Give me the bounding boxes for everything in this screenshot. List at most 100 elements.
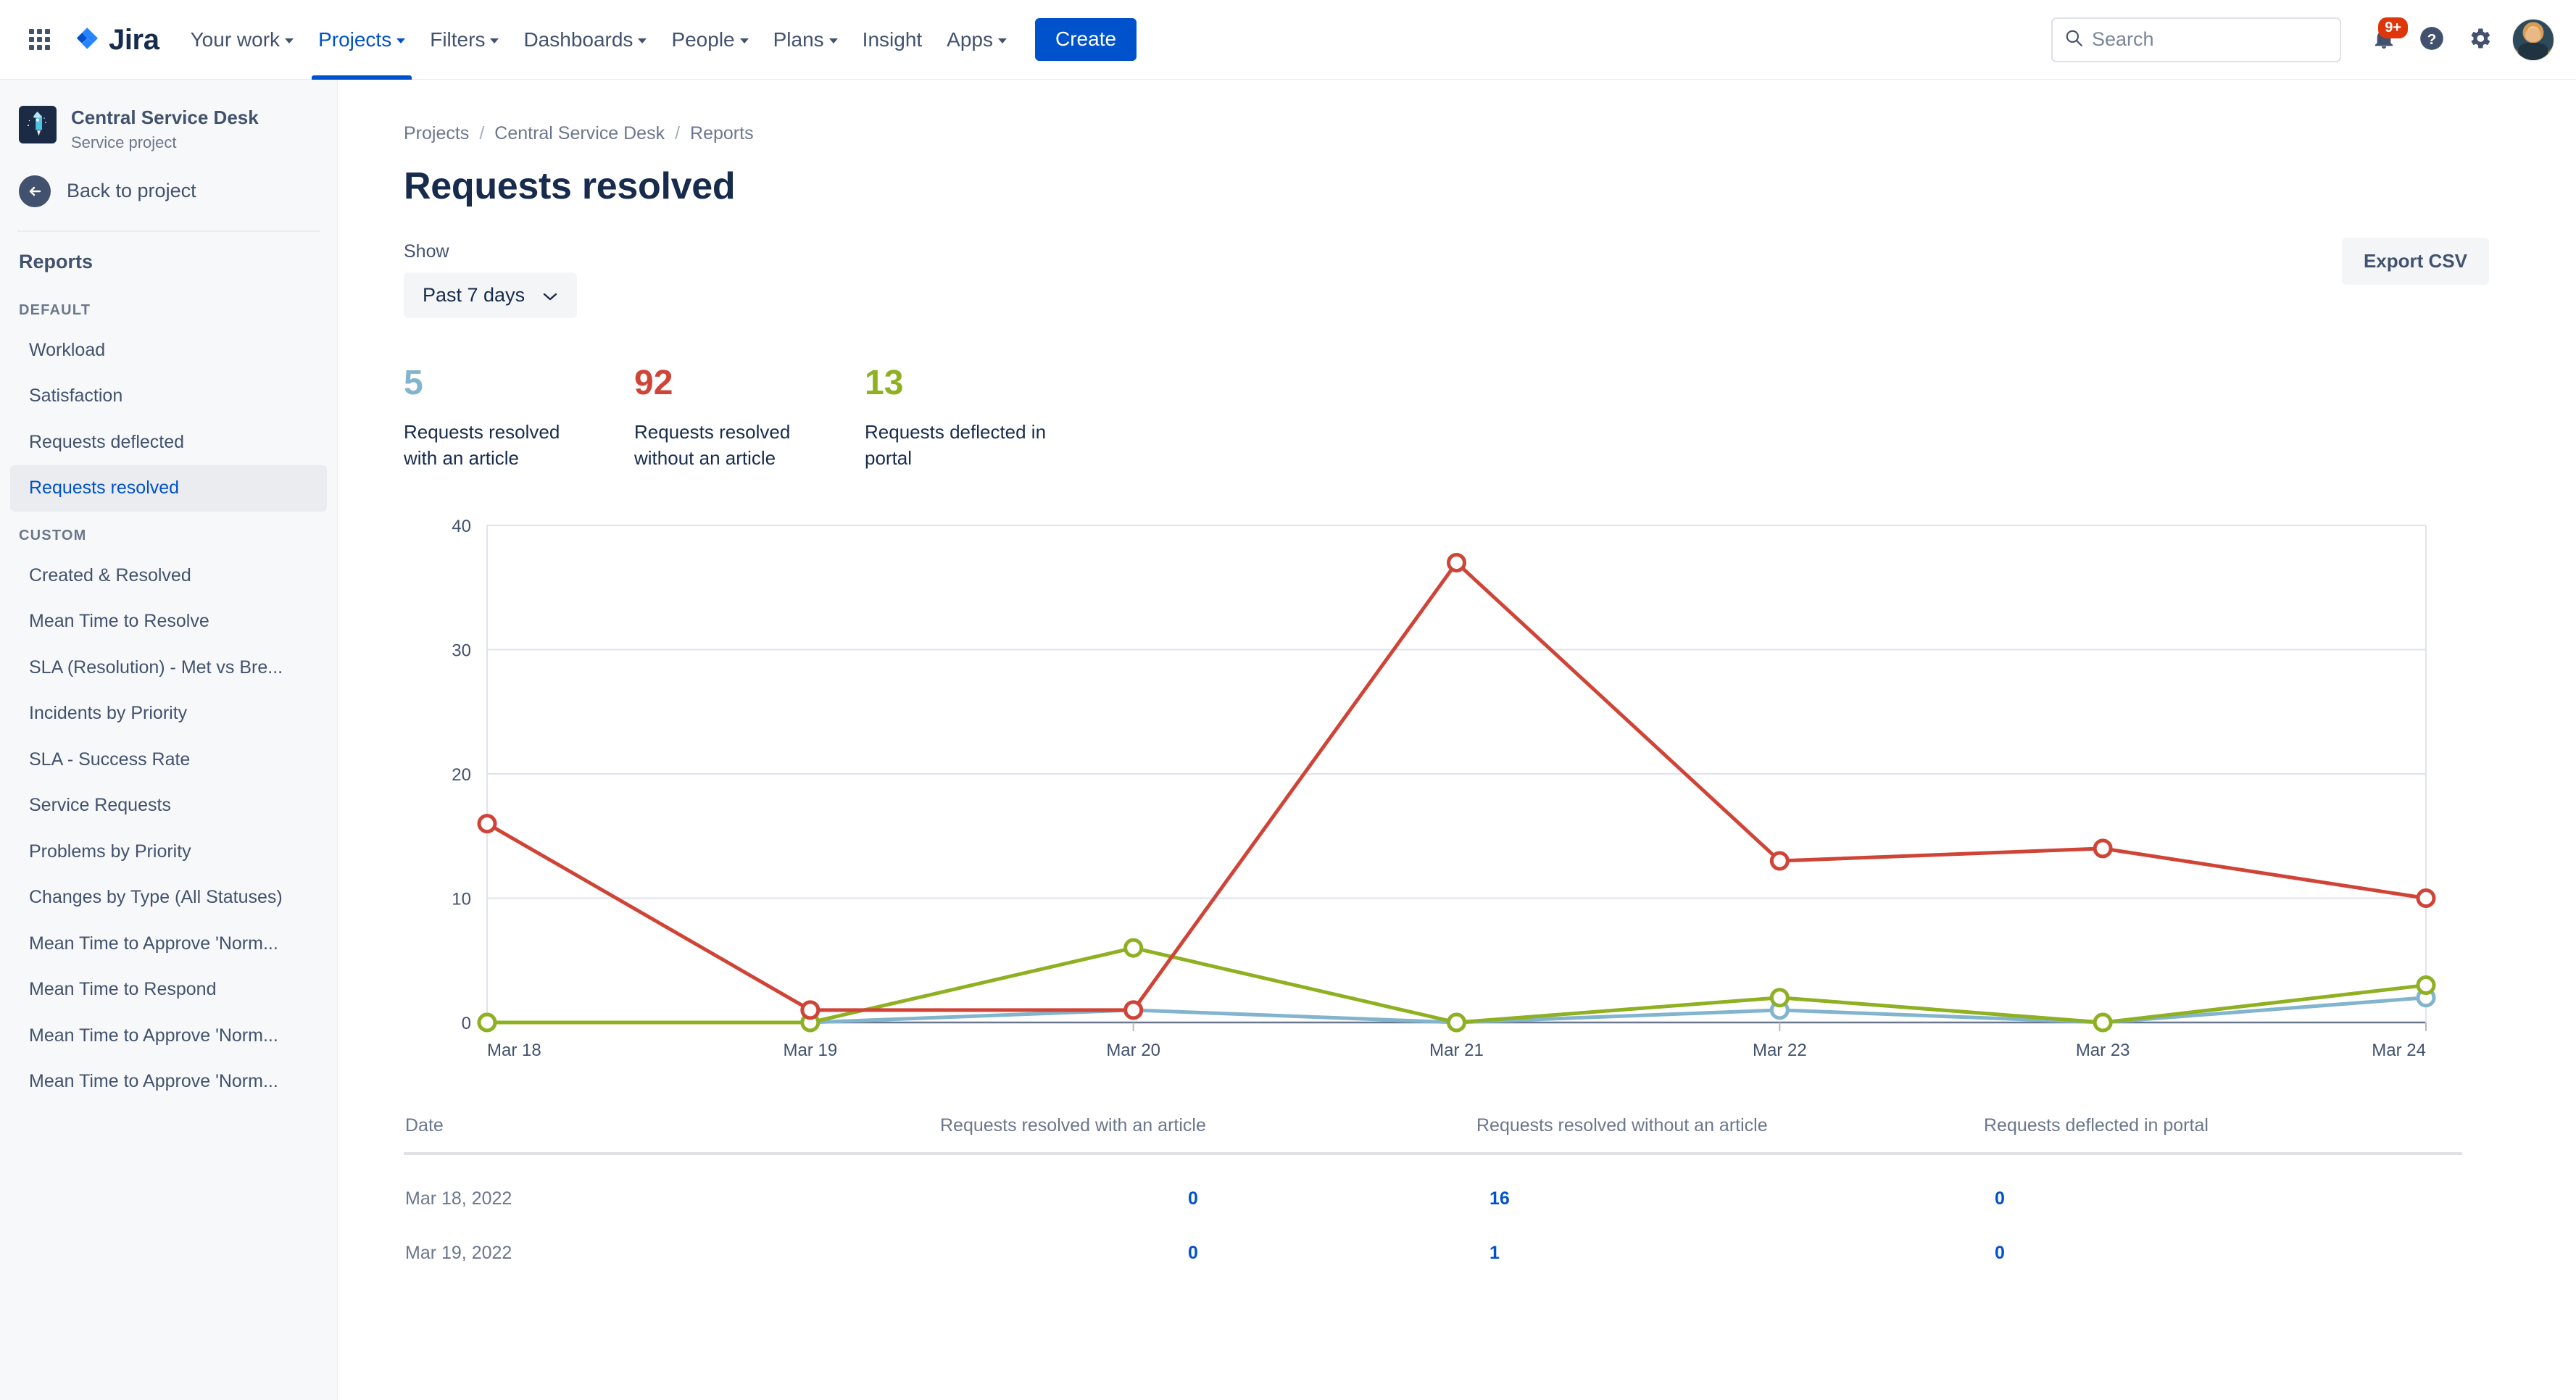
breadcrumb-reports[interactable]: Reports — [690, 123, 754, 144]
sidebar-group-default-label: DEFAULT — [19, 301, 91, 318]
nav-item-people[interactable]: People — [659, 14, 760, 66]
jira-wordmark: Jira — [109, 23, 159, 56]
breadcrumb-separator: / — [479, 123, 485, 143]
sidebar-item-changes-by-type[interactable]: Changes by Type (All Statuses) — [10, 875, 327, 921]
nav-item-dashboards[interactable]: Dashboards — [511, 14, 659, 66]
svg-text:Mar 22: Mar 22 — [1753, 1041, 1807, 1060]
app-switcher-icon[interactable] — [19, 20, 59, 60]
stat-value: 13 — [865, 364, 904, 402]
search-icon — [2064, 28, 2083, 51]
stat-card-deflected-in-portal: 13 Requests deflected in portal — [865, 366, 1095, 472]
stat-value: 5 — [404, 364, 423, 402]
cell-without-article[interactable]: 1 — [1476, 1209, 1984, 1264]
sidebar-item-problems-by-priority[interactable]: Problems by Priority — [10, 829, 327, 875]
cell-deflected[interactable]: 0 — [1984, 1154, 2462, 1209]
sidebar-item-mean-time-approve-2[interactable]: Mean Time to Approve 'Norm... — [10, 1013, 327, 1059]
question-mark-icon: ? — [2418, 25, 2446, 54]
nav-item-projects[interactable]: Projects — [306, 14, 417, 80]
cell-deflected[interactable]: 0 — [1984, 1209, 2462, 1264]
project-header-text: Central Service Desk Service project — [71, 106, 259, 152]
column-header-with-article: Requests resolved with an article — [940, 1114, 1476, 1155]
project-type: Service project — [71, 133, 177, 151]
chart-svg: 0 10 20 30 40 Mar 18 Mar 19 Mar 20 Mar 21 Mar 22 M… — [452, 517, 2436, 1060]
sidebar-item-mean-time-approve-3[interactable]: Mean Time to Approve 'Norm... — [10, 1059, 327, 1105]
table-body: Mar 18, 2022 0 16 0 Mar 19, 2022 0 1 0 — [404, 1154, 2462, 1264]
svg-text:Mar 19: Mar 19 — [783, 1041, 837, 1060]
notification-badge: 9+ — [2378, 17, 2408, 38]
export-csv-button[interactable]: Export CSV — [2341, 238, 2489, 285]
sidebar-item-sla-resolution[interactable]: SLA (Resolution) - Met vs Bre... — [10, 645, 327, 691]
back-to-project-link[interactable]: Back to project — [0, 159, 337, 223]
nav-item-plans[interactable]: Plans — [761, 14, 850, 66]
requests-resolved-line-chart: 0 10 20 30 40 Mar 18 Mar 19 Mar 20 Mar 21 Mar 22 M… — [404, 512, 2462, 1085]
notifications-button[interactable]: 9+ — [2360, 16, 2408, 64]
date-range-select[interactable]: Past 7 days — [404, 272, 578, 318]
sidebar-item-mean-time-to-respond[interactable]: Mean Time to Respond — [10, 967, 327, 1013]
project-sidebar: Central Service Desk Service project Bac… — [0, 80, 338, 1400]
breadcrumb-projects[interactable]: Projects — [404, 123, 469, 144]
nav-label: Insight — [862, 28, 923, 51]
sidebar-item-mean-time-approve-1[interactable]: Mean Time to Approve 'Norm... — [10, 921, 327, 967]
nav-item-filters[interactable]: Filters — [417, 14, 511, 66]
chevron-down-icon — [828, 38, 838, 43]
cell-with-article[interactable]: 0 — [940, 1209, 1476, 1264]
chevron-down-icon — [739, 38, 749, 43]
svg-text:0: 0 — [462, 1014, 471, 1033]
cell-date: Mar 19, 2022 — [405, 1242, 512, 1263]
chevron-down-icon — [638, 38, 647, 43]
date-range-value: Past 7 days — [423, 284, 525, 306]
nav-label: People — [671, 28, 735, 51]
sidebar-item-service-requests[interactable]: Service Requests — [10, 783, 327, 829]
jira-home-logo[interactable]: Jira — [72, 25, 159, 54]
nav-item-insight[interactable]: Insight — [850, 14, 935, 66]
top-nav-left: Jira Your work Projects Filters Dashboar… — [0, 14, 1137, 80]
user-avatar[interactable] — [2512, 18, 2554, 61]
svg-text:40: 40 — [452, 517, 471, 536]
project-header[interactable]: Central Service Desk Service project — [0, 80, 337, 159]
sidebar-item-requests-resolved[interactable]: Requests resolved — [10, 465, 327, 512]
create-button[interactable]: Create — [1035, 18, 1137, 61]
nav-item-your-work[interactable]: Your work — [178, 14, 306, 66]
svg-text:Mar 18: Mar 18 — [487, 1041, 541, 1060]
nav-item-apps[interactable]: Apps — [934, 14, 1019, 66]
sidebar-item-incidents-by-priority[interactable]: Incidents by Priority — [10, 691, 327, 737]
back-to-project-label: Back to project — [67, 180, 196, 201]
table-head: Date Requests resolved with an article R… — [404, 1114, 2462, 1155]
svg-text:Mar 23: Mar 23 — [2076, 1041, 2130, 1060]
sidebar-item-mean-time-to-resolve[interactable]: Mean Time to Resolve — [10, 599, 327, 645]
svg-text:Mar 24: Mar 24 — [2372, 1041, 2426, 1060]
help-button[interactable]: ? — [2408, 16, 2456, 64]
nav-label: Projects — [318, 28, 392, 51]
chevron-down-icon — [396, 38, 406, 43]
show-filter-label: Show — [404, 241, 449, 262]
nav-label: Your work — [190, 28, 281, 51]
cell-without-article[interactable]: 16 — [1476, 1154, 1984, 1209]
column-header-without-article: Requests resolved without an article — [1476, 1114, 1984, 1155]
breadcrumb-project[interactable]: Central Service Desk — [494, 123, 665, 144]
stat-card-resolved-without-article: 92 Requests resolved without an article — [634, 366, 865, 472]
svg-text:Mar 20: Mar 20 — [1106, 1041, 1160, 1060]
nav-label: Apps — [947, 28, 993, 51]
sidebar-item-satisfaction[interactable]: Satisfaction — [10, 373, 327, 420]
settings-button[interactable] — [2456, 16, 2504, 64]
nav-label: Filters — [430, 28, 486, 51]
search-box[interactable] — [2051, 17, 2341, 62]
main-content-area: Projects / Central Service Desk / Report… — [338, 80, 2576, 1400]
cell-with-article[interactable]: 0 — [940, 1154, 1476, 1209]
sidebar-item-sla-success-rate[interactable]: SLA - Success Rate — [10, 737, 327, 783]
arrow-left-icon — [19, 175, 51, 207]
search-input[interactable] — [2092, 28, 2328, 51]
gear-icon — [2467, 25, 2493, 54]
sidebar-section-reports: Reports — [19, 250, 94, 272]
summary-stats: 5 Requests resolved with an article 92 R… — [404, 366, 2525, 472]
stat-card-resolved-with-article: 5 Requests resolved with an article — [404, 366, 634, 472]
table-row: Mar 19, 2022 0 1 0 — [404, 1209, 2462, 1264]
chevron-down-icon — [490, 38, 499, 43]
sidebar-item-created-and-resolved[interactable]: Created & Resolved — [10, 553, 327, 599]
sidebar-item-workload[interactable]: Workload — [10, 328, 327, 374]
stat-label: Requests deflected in portal — [865, 421, 1047, 469]
svg-text:?: ? — [2427, 31, 2437, 48]
chevron-down-icon — [998, 38, 1007, 43]
sidebar-item-requests-deflected[interactable]: Requests deflected — [10, 420, 327, 466]
column-header-date: Date — [404, 1114, 940, 1155]
